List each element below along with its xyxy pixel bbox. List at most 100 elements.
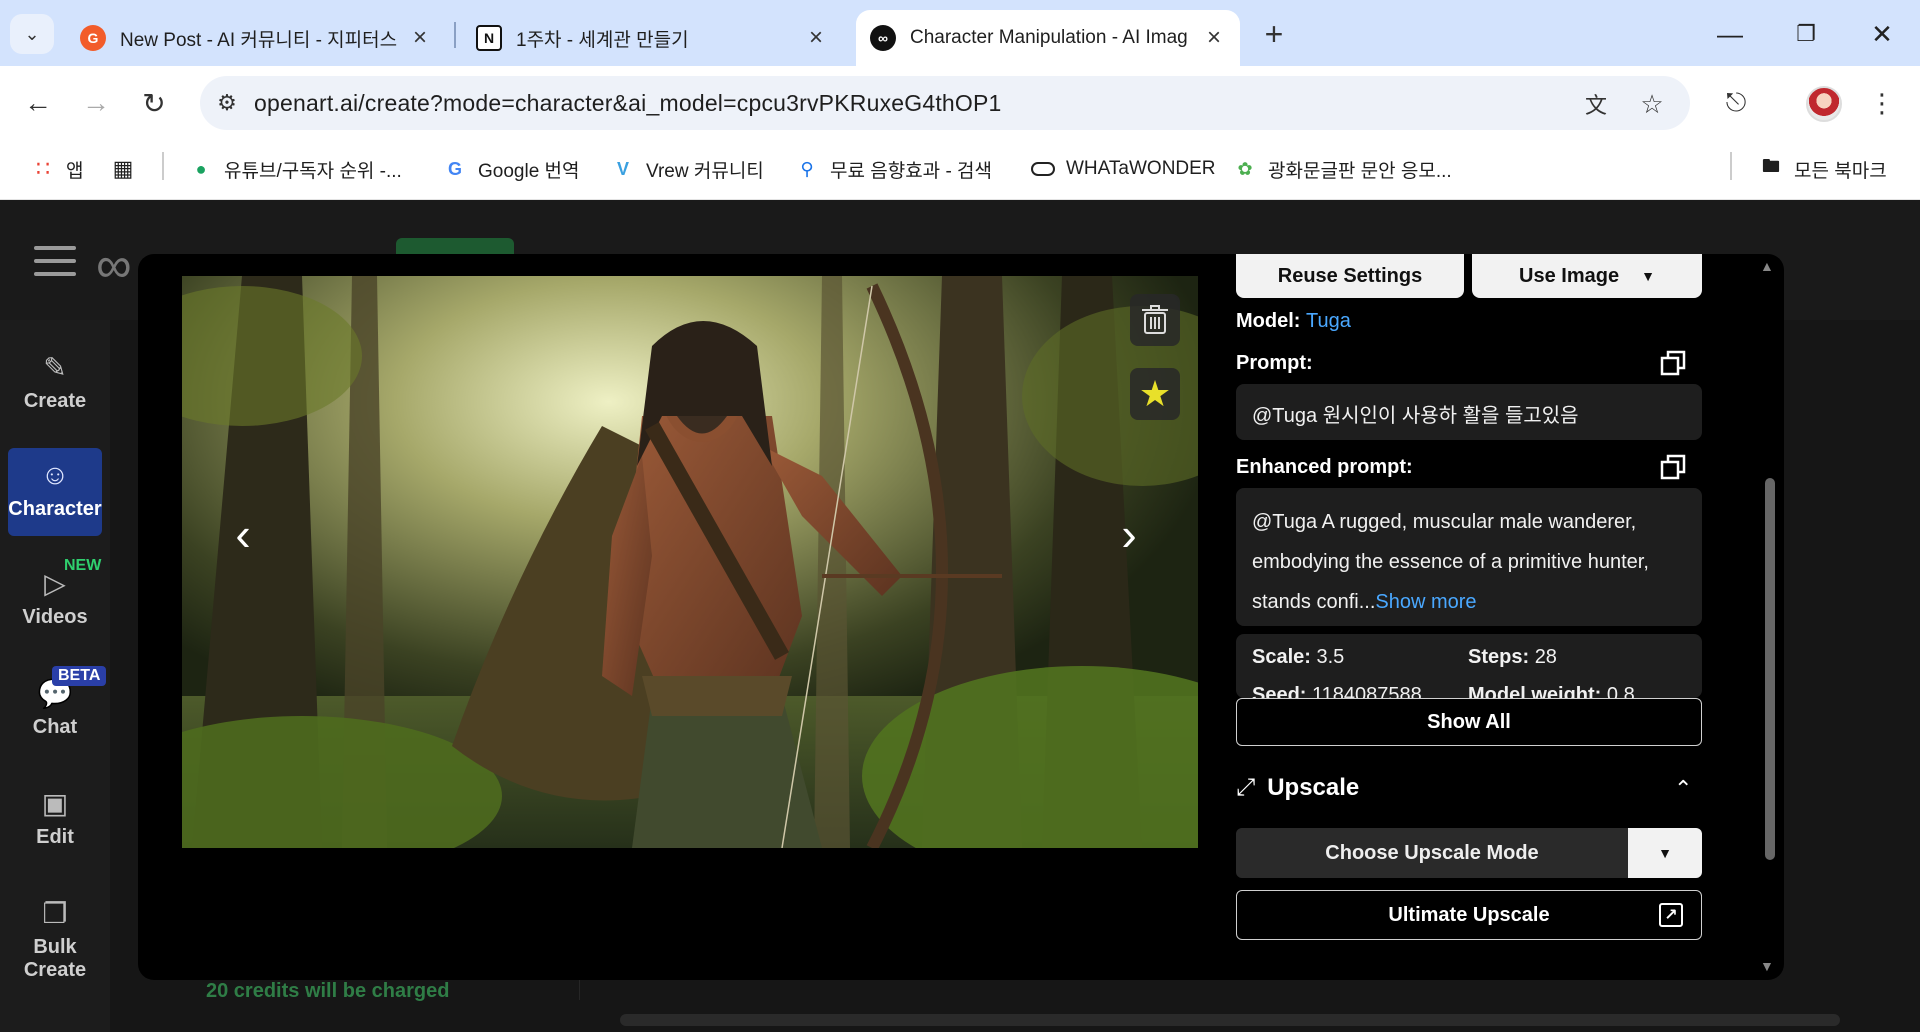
scrollbar-thumb[interactable] [1765,478,1775,860]
seed-param: Seed: 1184087588 [1252,684,1422,698]
menu-kebab-icon[interactable]: ⋮ [1862,83,1902,123]
app-sidebar: ✎ Create ☺ Character ▷ Videos NEW 💬 Chat… [0,320,110,1032]
edit-icon: ▣ [41,787,69,819]
site-info-icon[interactable]: ⚙ [200,90,254,116]
gpters-icon: G [80,25,106,51]
expand-icon: ⤢ [1236,774,1256,801]
close-icon[interactable]: × [1202,24,1226,51]
avatar[interactable] [1806,86,1842,122]
reload-button[interactable]: ↻ [134,83,174,123]
tab-search-button[interactable]: ⌄ [10,14,54,54]
search-icon: ⚲ [800,158,814,179]
forward-button[interactable]: → [76,83,116,123]
apps-grid-icon: ∷ [36,156,50,181]
close-icon[interactable]: × [408,24,432,51]
extensions-icon[interactable]: ⎋ [1716,83,1756,123]
sidebar-item-label: Create [23,390,87,412]
model-row: Model: Tuga [1236,310,1351,333]
prompt-label: Prompt: [1236,352,1313,374]
sidebar-item-bulk-create[interactable]: ❐ Bulk Create [0,896,110,982]
model-weight-param: Model weight: 0.8 [1468,684,1635,698]
credits-note: 20 credits will be charged [206,980,450,1002]
horizontal-scrollbar[interactable] [620,1014,1840,1026]
close-icon[interactable]: × [804,24,828,51]
tab-gpters[interactable]: G New Post - AI 커뮤니티 - 지피터스 × [66,10,446,66]
folder-icon: 🖿 [1762,156,1780,176]
choose-upscale-mode-button[interactable]: Choose Upscale Mode [1236,828,1628,878]
param-label: Steps: [1468,646,1530,668]
params-box: Scale: 3.5 Steps: 28 Seed: 1184087588 Mo… [1236,634,1702,698]
tab-openart[interactable]: ∞ Character Manipulation - AI Imag × [856,10,1240,66]
param-label: Scale: [1252,646,1311,668]
chevron-up-icon[interactable]: ⌃ [1674,776,1692,802]
bookmark-apps[interactable]: ∷ 앱 [30,154,83,184]
show-more-link[interactable]: Show more [1375,591,1476,613]
whatawonder-icon [1030,156,1056,182]
google-translate-icon: G [447,158,462,179]
bookmark-sound-effects[interactable]: ⚲ 무료 음향효과 - 검색 [794,154,992,184]
beta-badge: BETA [52,666,107,686]
ultimate-upscale-button[interactable]: Ultimate Upscale ↗ [1236,890,1702,940]
openart-icon: ∞ [870,25,896,51]
minimize-button[interactable]: — [1708,14,1752,54]
chevron-down-icon: ⌄ [24,23,40,44]
bookmark-tab-groups[interactable]: ▦ [110,154,146,184]
upscale-header[interactable]: ⤢ Upscale [1236,774,1359,802]
favorite-button[interactable]: ★ [1130,368,1180,420]
bookmark-label: 유튜브/구독자 순위 -... [224,160,402,182]
scroll-down-icon[interactable]: ▼ [1760,958,1774,974]
bookmark-star-icon[interactable]: ☆ [1636,88,1668,120]
all-bookmarks[interactable]: 🖿 모든 북마크 [1758,154,1887,184]
bookmark-vrew[interactable]: V Vrew 커뮤니티 [610,154,764,184]
new-tab-button[interactable]: + [1256,16,1292,52]
bookmark-google-translate[interactable]: G Google 번역 [442,154,580,184]
copy-icon[interactable] [1660,454,1686,480]
scroll-up-icon[interactable]: ▲ [1760,258,1774,274]
trash-icon [1142,305,1168,334]
bookmark-label: Google 번역 [478,160,580,182]
image-info-panel: Reuse Settings Use Image ▼ Model: Tuga P… [1236,254,1736,980]
bookmark-youtube-rank[interactable]: ● 유튜브/구독자 순위 -... [188,154,402,184]
sidebar-item-label: Videos [22,606,88,628]
bookmark-gwanghwamun[interactable]: ✿ 광화문글판 문안 응모... [1232,154,1451,184]
prompt-box: @Tuga 원시인이 사용하 활을 들고있음 [1236,384,1702,440]
translate-icon[interactable]: 文 [1580,88,1612,120]
ultimate-upscale-label: Ultimate Upscale [1388,903,1550,926]
generated-image[interactable] [182,276,1198,848]
sidebar-item-character[interactable]: ☺ Character [8,448,102,536]
sidebar-item-label: Edit [36,826,74,848]
bookmark-label: WHATaWONDER [1066,158,1216,179]
tab-title: 1주차 - 세계관 만들기 [516,29,689,51]
param-value: 3.5 [1316,646,1345,668]
hamburger-menu-icon[interactable] [34,246,76,276]
window-close-button[interactable]: ✕ [1860,14,1904,54]
bookmark-separator [162,152,164,180]
bookmark-whatawonder[interactable]: WHATaWONDER [1030,154,1216,184]
reuse-settings-button[interactable]: Reuse Settings [1236,254,1464,298]
chevron-right-icon: › [1121,508,1137,560]
restore-button[interactable]: ❐ [1784,14,1828,54]
sidebar-item-create[interactable]: ✎ Create [0,350,110,413]
use-image-button[interactable]: Use Image ▼ [1472,254,1702,298]
caret-down-icon: ▼ [1658,845,1672,861]
sidebar-item-edit[interactable]: ▣ Edit [0,786,110,849]
previous-image-button[interactable]: ‹ [218,504,268,564]
forest-archer-image [182,276,1198,848]
tab-notion[interactable]: N 1주차 - 세계관 만들기 × [462,10,842,66]
sidebar-item-label: Character [8,498,102,520]
show-all-button[interactable]: Show All [1236,698,1702,746]
enhanced-prompt-box: @Tuga A rugged, muscular male wanderer, … [1236,488,1702,626]
address-bar[interactable]: ⚙ openart.ai/create?mode=character&ai_mo… [200,76,1690,130]
tab-separator [454,22,456,48]
back-button[interactable]: ← [18,83,58,123]
model-link[interactable]: Tuga [1306,310,1351,332]
browser-toolbar: ← → ↻ ⚙ openart.ai/create?mode=character… [0,66,1920,140]
copy-icon[interactable] [1660,350,1686,376]
delete-button[interactable] [1130,294,1180,346]
upscale-mode-dropdown[interactable]: ▼ [1628,828,1702,878]
external-link-icon: ↗ [1659,903,1683,927]
next-image-button[interactable]: › [1104,504,1154,564]
sidebar-item-label: Chat [32,716,78,738]
upscale-title: Upscale [1267,774,1360,801]
param-value: 0.8 [1606,684,1635,698]
